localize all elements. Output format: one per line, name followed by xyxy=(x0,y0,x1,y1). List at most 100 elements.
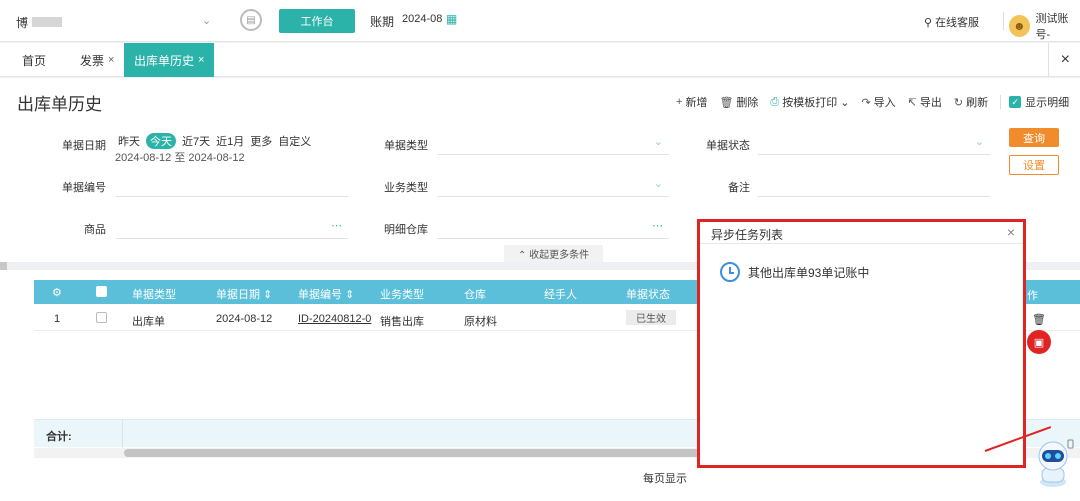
trash-icon: 🗑 xyxy=(719,96,734,109)
task-item: 其他出库单93单记账中 xyxy=(720,262,869,282)
col-doc-date[interactable]: 单据日期 ⇕ xyxy=(216,286,272,302)
query-button[interactable]: 查询 xyxy=(1009,128,1059,147)
online-support-link[interactable]: ⚲ 在线客服 xyxy=(924,14,979,30)
detail-wh-input[interactable]: ⋯ xyxy=(437,217,669,239)
close-icon[interactable]: × xyxy=(1007,224,1015,240)
chip-today[interactable]: 今天 xyxy=(146,133,176,149)
gear-icon[interactable]: ⚙ xyxy=(52,286,62,299)
cell-warehouse: 原材料 xyxy=(464,316,497,328)
tab-home[interactable]: 首页 xyxy=(22,43,46,77)
add-button[interactable]: + 新增 xyxy=(676,94,707,110)
chevron-down-icon: ⌄ xyxy=(653,136,663,148)
delete-button[interactable]: 🗑 删除 xyxy=(719,94,758,110)
chip-yesterday[interactable]: 昨天 xyxy=(118,133,140,149)
biz-type-label: 业务类型 xyxy=(384,182,428,194)
sort-icon: ⇕ xyxy=(345,289,355,301)
calendar-icon[interactable]: ▦ xyxy=(446,12,457,26)
more-dots-icon[interactable]: ⋯ xyxy=(652,219,663,232)
export-label: 导出 xyxy=(919,97,942,109)
plus-icon: + xyxy=(676,96,683,108)
top-bar: 博 ⌄ ▤ 工作台 账期 2024-08 ▦ ⚲ 在线客服 ☻ 测试账号- xyxy=(0,0,1080,42)
chip-1month[interactable]: 近1月 xyxy=(216,133,244,149)
col-handler[interactable]: 经手人 xyxy=(544,286,577,302)
col-doc-type[interactable]: 单据类型 xyxy=(132,286,176,302)
row-checkbox[interactable] xyxy=(96,312,107,323)
tab-label: 发票 xyxy=(80,53,105,68)
online-support-label: 在线客服 xyxy=(935,17,980,29)
divider xyxy=(1000,95,1002,109)
divider xyxy=(122,420,123,448)
row-delete-icon[interactable]: 🗑 xyxy=(1032,313,1046,326)
add-label: 新增 xyxy=(685,97,708,109)
close-icon[interactable]: × xyxy=(108,54,114,66)
company-selector[interactable]: 博 ⌄ xyxy=(16,12,216,32)
doc-type-label: 单据类型 xyxy=(384,140,428,152)
date-range[interactable]: 2024-08-12 至 2024-08-12 xyxy=(115,149,245,165)
printer-icon: ⎙ xyxy=(770,95,780,108)
product-input[interactable]: ⋯ xyxy=(116,217,348,239)
company-name-redacted xyxy=(32,17,63,27)
tab-outbound-history[interactable]: 出库单历史 × xyxy=(124,43,215,77)
doc-status-select[interactable]: ⌄ xyxy=(758,133,990,155)
chip-7days[interactable]: 近7天 xyxy=(182,133,210,149)
remark-input[interactable] xyxy=(758,175,990,197)
sort-icon: ⇕ xyxy=(263,289,273,301)
toolbar: + 新增 🗑 删除 ⎙ 按模板打印 ⌄ ↷ 导入 ↸ 导出 ↻ 刷新 ✓ 显示明细 xyxy=(676,94,1080,110)
chevron-up-icon: ⌃ xyxy=(518,250,527,261)
print-template-button[interactable]: ⎙ 按模板打印 ⌄ xyxy=(770,94,849,110)
doc-type-select[interactable]: ⌄ xyxy=(437,133,669,155)
collapse-conditions-button[interactable]: ⌃ 收起更多条件 xyxy=(504,245,604,262)
workbench-button[interactable]: 工作台 xyxy=(279,9,355,33)
import-button[interactable]: ↷ 导入 xyxy=(861,94,895,110)
status-badge: 已生效 xyxy=(626,310,676,325)
user-name: 测试账号- xyxy=(1035,13,1069,41)
show-detail-toggle[interactable]: ✓ 显示明细 xyxy=(1009,94,1069,110)
chevron-down-icon: ⌄ xyxy=(202,15,212,27)
setting-button[interactable]: 设置 xyxy=(1009,155,1059,175)
chevron-down-icon: ⌄ xyxy=(840,96,850,109)
doc-no-label: 单据编号 xyxy=(62,182,106,194)
period-value[interactable]: 2024-08 xyxy=(402,13,442,25)
refresh-button[interactable]: ↻ 刷新 xyxy=(954,94,988,110)
async-task-popup: 异步任务列表 × 其他出库单93单记账中 xyxy=(697,219,1026,468)
async-task-icon[interactable]: ▣ xyxy=(1027,330,1051,354)
col-doc-no[interactable]: 单据编号 ⇕ xyxy=(298,286,354,302)
detail-wh-label: 明细仓库 xyxy=(384,224,428,236)
ledger-icon[interactable]: ▤ xyxy=(240,9,262,31)
collapse-label: 收起更多条件 xyxy=(529,250,590,261)
chevron-down-icon: ⌄ xyxy=(974,136,984,148)
divider xyxy=(1048,43,1049,77)
divider xyxy=(1003,12,1004,30)
more-dots-icon[interactable]: ⋯ xyxy=(331,219,342,232)
col-warehouse[interactable]: 仓库 xyxy=(464,286,486,302)
refresh-icon: ↻ xyxy=(953,96,964,109)
import-label: 导入 xyxy=(873,97,896,109)
refresh-label: 刷新 xyxy=(966,97,989,109)
cell-doc-no-link[interactable]: ID-20240812-0 xyxy=(298,313,372,325)
col-biz-type[interactable]: 业务类型 xyxy=(380,286,424,302)
headset-icon: ⚲ xyxy=(924,16,933,29)
user-menu[interactable]: ☻ 测试账号- xyxy=(1009,10,1080,42)
page-title: 出库单历史 xyxy=(17,95,102,114)
export-button[interactable]: ↸ 导出 xyxy=(908,94,942,110)
tab-invoice[interactable]: 发票 × xyxy=(80,43,114,77)
export-icon: ↸ xyxy=(907,96,917,109)
doc-no-input[interactable] xyxy=(116,175,348,197)
chip-more[interactable]: 更多 xyxy=(250,133,272,149)
avatar: ☻ xyxy=(1009,15,1030,37)
assistant-robot-icon[interactable] xyxy=(1032,438,1074,488)
show-detail-label: 显示明细 xyxy=(1025,97,1070,109)
col-status[interactable]: 单据状态 xyxy=(626,286,670,302)
close-all-tabs-icon[interactable]: × xyxy=(1061,51,1070,69)
import-icon: ↷ xyxy=(861,96,871,109)
chip-custom[interactable]: 自定义 xyxy=(278,133,311,149)
cell-doc-type: 出库单 xyxy=(132,316,165,328)
col-operation: 作 xyxy=(1027,290,1038,302)
horizontal-scrollbar[interactable] xyxy=(124,449,704,457)
biz-type-select[interactable]: ⌄ xyxy=(437,175,669,197)
select-all-checkbox[interactable] xyxy=(96,286,107,297)
close-icon[interactable]: × xyxy=(198,54,204,66)
tab-label: 出库单历史 xyxy=(134,53,195,68)
print-label: 按模板打印 xyxy=(782,97,838,109)
clock-icon xyxy=(720,262,740,282)
